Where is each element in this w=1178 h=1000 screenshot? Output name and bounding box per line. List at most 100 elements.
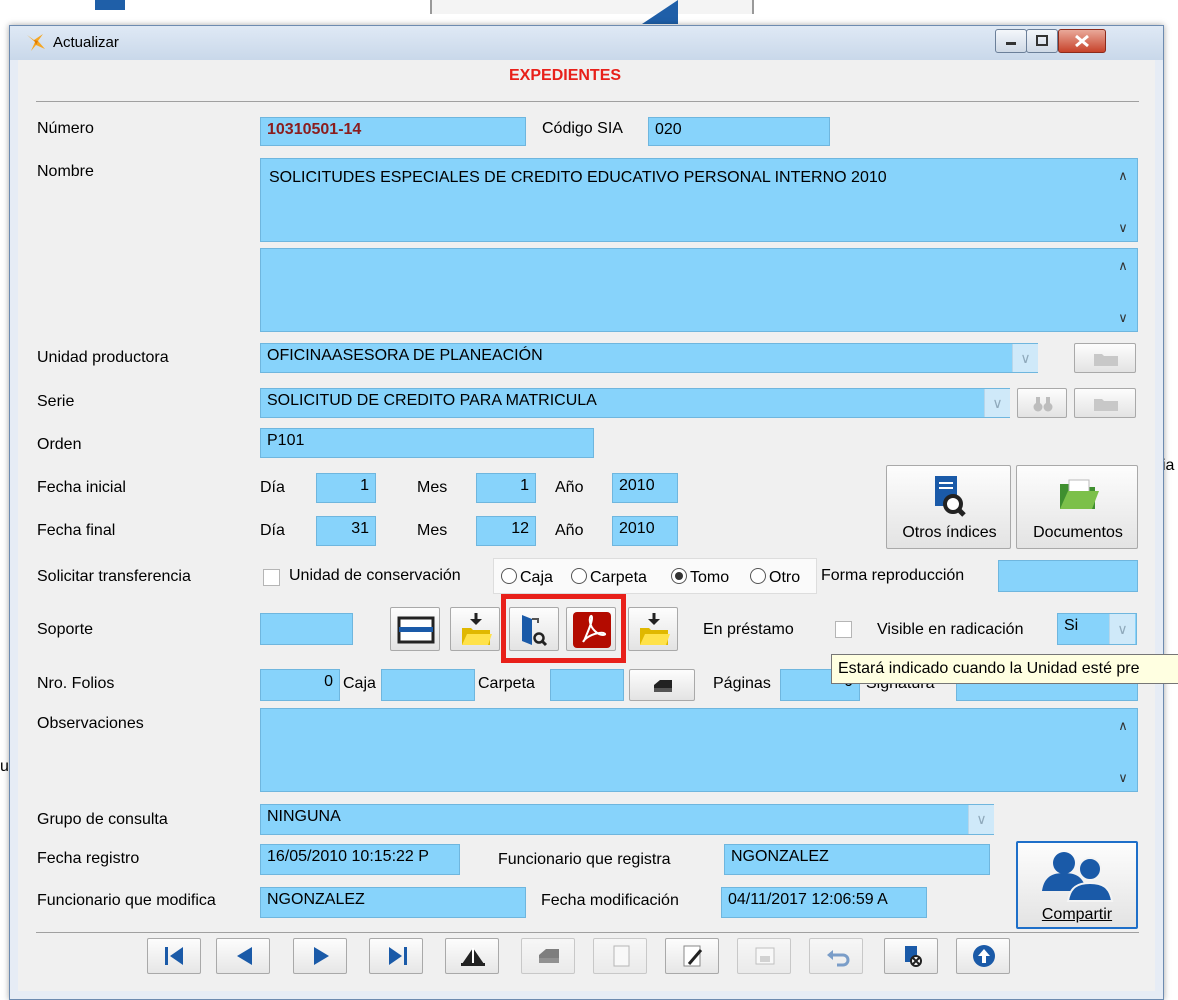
close-icon xyxy=(1075,34,1089,48)
radio-carpeta-icon xyxy=(571,568,587,584)
en-prestamo-checkbox[interactable] xyxy=(835,621,852,638)
caja-field[interactable] xyxy=(381,669,475,701)
unidad-productora-dropdown[interactable]: ∨ xyxy=(1012,344,1038,372)
search-book-button[interactable] xyxy=(445,938,499,974)
fecha-inicial-anio-field[interactable]: 2010 xyxy=(612,473,678,503)
fecha-final-anio-label: Año xyxy=(555,522,584,539)
serie-browse-button[interactable] xyxy=(1074,388,1136,418)
forma-reproduccion-field[interactable] xyxy=(998,560,1138,592)
visible-radicacion-dropdown[interactable]: ∨ xyxy=(1109,614,1135,644)
radio-otro-icon xyxy=(750,568,766,584)
maximize-button[interactable] xyxy=(1026,29,1058,53)
actualizar-window: Actualizar EXPEDIENTES Número 10310501-1… xyxy=(9,25,1164,1000)
close-button[interactable] xyxy=(1058,29,1106,53)
new-document-icon xyxy=(613,945,630,967)
last-icon xyxy=(389,947,407,965)
scanner-icon xyxy=(397,616,435,644)
last-record-button[interactable] xyxy=(369,938,423,974)
delete-record-button[interactable] xyxy=(884,938,938,974)
exit-button[interactable] xyxy=(956,938,1010,974)
fecha-final-mes-field[interactable]: 12 xyxy=(476,516,536,546)
otros-indices-button[interactable]: Otros índices xyxy=(886,465,1011,549)
document-search-icon xyxy=(935,476,966,517)
serie-select[interactable]: SOLICITUD DE CREDITO PARA MATRICULA xyxy=(260,388,1010,418)
previous-record-button[interactable] xyxy=(216,938,270,974)
form-title: EXPEDIENTES xyxy=(509,67,622,84)
top-divider xyxy=(36,101,1139,102)
funcionario-modifica-field[interactable]: NGONZALEZ xyxy=(260,887,526,918)
background-text-left: u xyxy=(0,758,9,775)
carpeta-label: Carpeta xyxy=(478,675,535,692)
en-prestamo-label: En préstamo xyxy=(703,621,794,638)
numero-field[interactable]: 10310501-14 xyxy=(260,117,526,146)
funcionario-registra-field[interactable]: NGONZALEZ xyxy=(724,844,990,875)
secondary-scroll-down[interactable]: ∨ xyxy=(1113,310,1133,326)
radio-carpeta[interactable]: Carpeta xyxy=(571,568,647,587)
book-icon xyxy=(461,948,485,966)
undo-button[interactable] xyxy=(809,938,863,974)
bottom-divider xyxy=(36,932,1139,933)
unidad-productora-browse-button[interactable] xyxy=(1074,343,1136,373)
load-file-button[interactable] xyxy=(450,607,500,651)
secondary-scroll-up[interactable]: ∧ xyxy=(1113,258,1133,274)
print-button[interactable] xyxy=(521,938,575,974)
secondary-textarea[interactable] xyxy=(260,248,1138,332)
previous-icon xyxy=(237,947,252,965)
radio-tomo-icon xyxy=(671,568,687,584)
load-file-button-2[interactable] xyxy=(628,607,678,651)
fecha-modificacion-field[interactable]: 04/11/2017 12:06:59 A xyxy=(721,887,927,918)
highlight-box xyxy=(501,594,626,663)
soporte-field[interactable] xyxy=(260,613,353,645)
fecha-inicial-dia-field[interactable]: 1 xyxy=(316,473,376,503)
folder-download-icon xyxy=(640,613,670,645)
serie-search-button[interactable] xyxy=(1017,388,1067,418)
fecha-final-anio-field[interactable]: 2010 xyxy=(612,516,678,546)
nombre-scroll-down[interactable]: ∨ xyxy=(1113,220,1133,236)
funcionario-modifica-label: Funcionario que modifica xyxy=(37,892,216,909)
orden-field[interactable]: P101 xyxy=(260,428,594,458)
observaciones-scroll-down[interactable]: ∨ xyxy=(1113,770,1133,786)
carpeta-field[interactable] xyxy=(550,669,624,701)
serie-dropdown[interactable]: ∨ xyxy=(984,389,1010,417)
fecha-inicial-mes-field[interactable]: 1 xyxy=(476,473,536,503)
edit-icon xyxy=(683,945,703,967)
print-labels-button[interactable] xyxy=(629,669,695,701)
new-record-button[interactable] xyxy=(593,938,647,974)
scan-button[interactable] xyxy=(390,607,440,651)
save-record-button[interactable] xyxy=(737,938,791,974)
solicitar-transferencia-checkbox[interactable] xyxy=(263,569,280,586)
documentos-button[interactable]: Documentos xyxy=(1016,465,1138,549)
first-icon xyxy=(165,947,183,965)
observaciones-textarea[interactable] xyxy=(260,708,1138,792)
radio-tomo-label: Tomo xyxy=(690,569,730,586)
compartir-button[interactable]: Compartir xyxy=(1016,841,1138,929)
nombre-scroll-up[interactable]: ∧ xyxy=(1113,168,1133,184)
unidad-productora-select[interactable]: OFICINAASESORA DE PLANEACIÓN xyxy=(260,343,1038,373)
nro-folios-field[interactable]: 0 xyxy=(260,669,340,701)
form-area: EXPEDIENTES Número 10310501-14 Código SI… xyxy=(18,60,1155,991)
paginas-label: Páginas xyxy=(713,675,771,692)
delete-document-icon xyxy=(905,946,922,967)
next-record-button[interactable] xyxy=(293,938,347,974)
minimize-button[interactable] xyxy=(995,29,1027,53)
fecha-final-dia-field[interactable]: 31 xyxy=(316,516,376,546)
codigo-sia-field[interactable]: 020 xyxy=(648,117,830,146)
edit-record-button[interactable] xyxy=(665,938,719,974)
first-record-button[interactable] xyxy=(147,938,201,974)
observaciones-scroll-up[interactable]: ∧ xyxy=(1113,718,1133,734)
nombre-textarea[interactable]: SOLICITUDES ESPECIALES DE CREDITO EDUCAT… xyxy=(260,158,1138,242)
radio-otro[interactable]: Otro xyxy=(750,568,800,587)
radio-tomo[interactable]: Tomo xyxy=(671,568,729,587)
radio-caja[interactable]: Caja xyxy=(501,568,553,587)
title-bar[interactable]: Actualizar xyxy=(10,26,1163,60)
grupo-consulta-select[interactable]: NINGUNA xyxy=(260,804,994,835)
fecha-inicial-anio-label: Año xyxy=(555,479,584,496)
solicitar-transferencia-label: Solicitar transferencia xyxy=(37,568,191,585)
grupo-consulta-dropdown[interactable]: ∨ xyxy=(968,805,994,834)
grupo-consulta-label: Grupo de consulta xyxy=(37,811,168,828)
fecha-inicial-dia-label: Día xyxy=(260,479,285,496)
fecha-registro-field[interactable]: 16/05/2010 10:15:22 P xyxy=(260,844,460,875)
background-logo-fragment xyxy=(95,0,125,10)
codigo-sia-label: Código SIA xyxy=(542,120,623,137)
otros-indices-label: Otros índices xyxy=(902,524,997,541)
